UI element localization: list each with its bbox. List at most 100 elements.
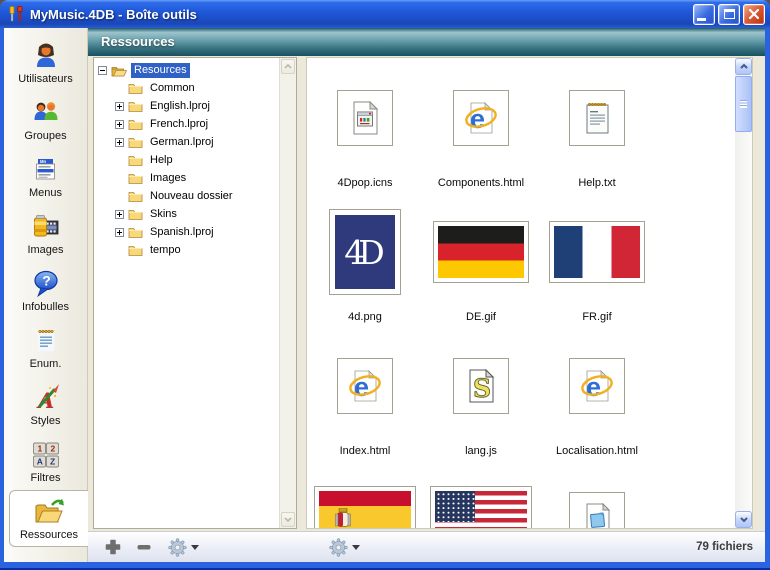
- ie-html-icon: e: [453, 90, 509, 146]
- folder-icon: [128, 208, 143, 220]
- file-name: DE.gif: [466, 311, 496, 323]
- file-item[interactable]: e Localisation.html: [539, 342, 655, 476]
- svg-text:S: S: [473, 374, 491, 403]
- sidebar-item-images[interactable]: Images: [4, 205, 87, 262]
- file-item[interactable]: Help.txt: [539, 74, 655, 208]
- ie-html-icon: e: [337, 358, 393, 414]
- tree-label[interactable]: Spanish.lproj: [147, 225, 217, 240]
- folder-icon: [128, 154, 143, 166]
- folder-icon: [128, 226, 143, 238]
- tree-label[interactable]: French.lproj: [147, 117, 211, 132]
- file-item[interactable]: [423, 476, 539, 528]
- file-list-panel: 4Dpop.icns e Components.html: [306, 57, 753, 529]
- tree-row-common[interactable]: Common: [98, 79, 279, 97]
- svg-text:2: 2: [50, 443, 55, 453]
- file-name: Help.txt: [578, 177, 615, 189]
- scroll-up-icon[interactable]: [735, 58, 752, 75]
- tree-label[interactable]: English.lproj: [147, 99, 213, 114]
- svg-text:?: ?: [42, 272, 51, 288]
- sidebar-item-ressources[interactable]: Ressources: [9, 490, 88, 547]
- sidebar-item-enum[interactable]: Enum.: [4, 319, 87, 376]
- expand-icon[interactable]: [115, 120, 124, 129]
- chevron-down-icon: [352, 545, 360, 550]
- sidebar-item-groupes[interactable]: Groupes: [4, 91, 87, 148]
- tree-label[interactable]: Images: [147, 171, 189, 186]
- expand-icon[interactable]: [115, 210, 124, 219]
- tree-label[interactable]: Help: [147, 153, 176, 168]
- folder-icon: [128, 100, 143, 112]
- folder-icon: [128, 172, 143, 184]
- file-scrollbar[interactable]: [735, 58, 752, 528]
- bottom-toolbar: 79 fichiers: [88, 531, 765, 562]
- menu-list-icon: Mn: [31, 155, 61, 185]
- sidebar-item-utilisateurs[interactable]: Utilisateurs: [4, 34, 87, 91]
- maximize-button[interactable]: [718, 4, 740, 25]
- tree-label[interactable]: Nouveau dossier: [147, 189, 236, 204]
- file-item[interactable]: [307, 476, 423, 528]
- users-icon: [31, 98, 61, 128]
- 4d-logo-icon: 4D: [329, 209, 401, 295]
- file-item[interactable]: e Index.html: [307, 342, 423, 476]
- toolbox-window: MyMusic.4DB - Boîte outils Utilisateurs: [0, 0, 770, 570]
- file-item[interactable]: [539, 476, 655, 528]
- toolbox-app-icon: [7, 5, 25, 23]
- scroll-down-icon[interactable]: [281, 512, 295, 527]
- sidebar-item-infobulles[interactable]: ? Infobulles: [4, 262, 87, 319]
- file-item[interactable]: S lang.js: [423, 342, 539, 476]
- expand-icon[interactable]: [115, 228, 124, 237]
- tree-row-resources[interactable]: Resources: [98, 61, 279, 79]
- tooltip-bubble-icon: ?: [31, 269, 61, 299]
- content-area: Resources Common English.lproj: [88, 56, 765, 531]
- tree-row-french[interactable]: French.lproj: [98, 115, 279, 133]
- scroll-up-icon[interactable]: [281, 59, 295, 74]
- styles-brush-icon: A: [31, 383, 61, 413]
- tree-row-images[interactable]: Images: [98, 169, 279, 187]
- folder-icon: [128, 136, 143, 148]
- tree-label[interactable]: German.lproj: [147, 135, 217, 150]
- sidebar-item-filtres[interactable]: 1 2 A Z Filtres: [4, 433, 87, 490]
- flag-usa-icon: [430, 486, 532, 528]
- file-count: 79 fichiers: [696, 541, 753, 553]
- file-item[interactable]: 4Dpop.icns: [307, 74, 423, 208]
- expand-icon[interactable]: [115, 102, 124, 111]
- file-item[interactable]: e Components.html: [423, 74, 539, 208]
- tree-scrollbar[interactable]: [279, 58, 296, 528]
- window-title: MyMusic.4DB - Boîte outils: [30, 7, 693, 22]
- sidebar-item-label: Menus: [29, 187, 62, 199]
- list-actions-menu-button[interactable]: [329, 538, 360, 557]
- tree-row-nouveau-dossier[interactable]: Nouveau dossier: [98, 187, 279, 205]
- tree-label[interactable]: Common: [147, 81, 198, 96]
- add-button[interactable]: [104, 538, 122, 556]
- remove-button[interactable]: [135, 538, 153, 556]
- tree-row-spanish[interactable]: Spanish.lproj: [98, 223, 279, 241]
- file-item[interactable]: 4D 4d.png: [307, 208, 423, 342]
- sidebar-item-styles[interactable]: A Styles: [4, 376, 87, 433]
- scroll-down-icon[interactable]: [735, 511, 752, 528]
- minus-icon: [135, 538, 153, 556]
- open-folder-icon: [111, 64, 127, 77]
- scrollbar-thumb[interactable]: [735, 76, 752, 132]
- svg-text:1: 1: [37, 443, 42, 453]
- folder-icon: [128, 118, 143, 130]
- tree-row-skins[interactable]: Skins: [98, 205, 279, 223]
- titlebar[interactable]: MyMusic.4DB - Boîte outils: [0, 0, 770, 28]
- collapse-icon[interactable]: [98, 66, 107, 75]
- tree-row-german[interactable]: German.lproj: [98, 133, 279, 151]
- maximize-icon: [724, 9, 735, 19]
- file-name: FR.gif: [582, 311, 611, 323]
- tree-actions-menu-button[interactable]: [168, 538, 199, 557]
- folder-tree-panel: Resources Common English.lproj: [93, 57, 297, 529]
- minimize-button[interactable]: [693, 4, 715, 25]
- sidebar-item-menus[interactable]: Mn Menus: [4, 148, 87, 205]
- tree-label[interactable]: tempo: [147, 243, 184, 258]
- tree-label[interactable]: Resources: [131, 63, 190, 78]
- file-item[interactable]: DE.gif: [423, 208, 539, 342]
- tree-label[interactable]: Skins: [147, 207, 180, 222]
- file-grid: 4Dpop.icns e Components.html: [307, 58, 735, 528]
- tree-row-english[interactable]: English.lproj: [98, 97, 279, 115]
- file-item[interactable]: FR.gif: [539, 208, 655, 342]
- tree-row-tempo[interactable]: tempo: [98, 241, 279, 259]
- tree-row-help[interactable]: Help: [98, 151, 279, 169]
- close-button[interactable]: [743, 4, 765, 25]
- expand-icon[interactable]: [115, 138, 124, 147]
